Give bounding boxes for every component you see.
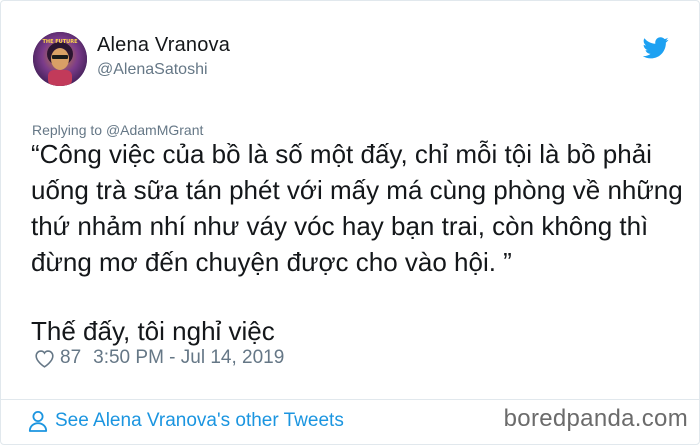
see-other-tweets-label: See Alena Vranova's other Tweets [55, 410, 344, 431]
person-icon [28, 411, 48, 432]
author-handle[interactable]: @AlenaSatoshi [97, 61, 208, 79]
see-other-tweets-link[interactable]: See Alena Vranova's other Tweets [28, 407, 344, 435]
tweet-meta: 87 3:50 PM - Jul 14, 2019 [34, 346, 284, 370]
twitter-bird-icon[interactable] [643, 37, 669, 59]
like-count[interactable]: 87 [60, 347, 81, 369]
avatar-image: THE FUTURE [33, 32, 87, 86]
author-name[interactable]: Alena Vranova [97, 34, 230, 57]
tweet-timestamp[interactable]: 3:50 PM - Jul 14, 2019 [93, 347, 284, 369]
divider [1, 399, 699, 400]
avatar[interactable]: THE FUTURE [33, 32, 87, 86]
tweet-card: THE FUTURE Alena Vranova @AlenaSatoshi R… [0, 0, 700, 445]
tweet-paragraph-1: “Công việc của bồ là số một đấy, chỉ mỗi… [31, 139, 683, 277]
avatar-caption: THE FUTURE [43, 39, 79, 45]
heart-icon[interactable] [34, 348, 55, 369]
tweet-paragraph-2: Thế đấy, tôi nghỉ việc [31, 316, 275, 346]
tweet-text: “Công việc của bồ là số một đấy, chỉ mỗi… [31, 136, 686, 349]
watermark: boredpanda.com [503, 405, 688, 432]
